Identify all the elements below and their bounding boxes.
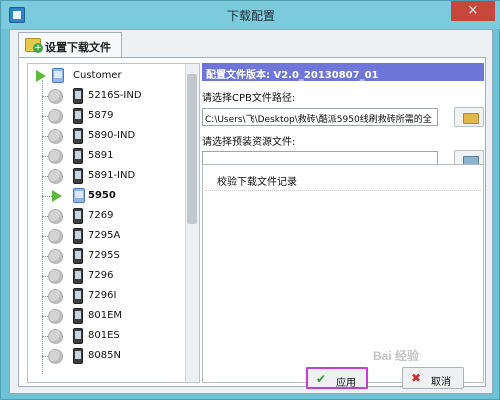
tab-set-download-file[interactable]: 设置下载文件: [18, 32, 122, 58]
phone-icon: [73, 128, 83, 144]
status-dot-icon: [48, 89, 63, 104]
tab-label: 设置下载文件: [45, 41, 111, 54]
phone-icon: [73, 108, 83, 124]
tab-panel: Customer 5216S-IND 5879 5890-IND 5891 58…: [18, 57, 486, 387]
status-dot-icon: [48, 249, 63, 264]
phone-icon: [73, 308, 83, 324]
tree-item-label: 7295A: [88, 230, 121, 241]
cancel-button[interactable]: ✖ 取消: [402, 367, 464, 389]
watermark: Bai 经验: [373, 349, 420, 363]
selected-arrow-icon: [52, 190, 62, 202]
tree-item[interactable]: 5891: [28, 146, 186, 166]
customer-folder-icon: [52, 68, 64, 83]
preload-label: 请选择预装资源文件:: [202, 137, 296, 148]
status-dot-icon: [48, 349, 63, 364]
phone-icon: [73, 188, 85, 203]
tree-scroll-thumb[interactable]: [187, 74, 197, 224]
tree-item-label: 8085N: [88, 350, 121, 361]
tree-root-label: Customer: [73, 70, 122, 81]
config-version: 配置文件版本: V2.0_20130807_01: [206, 70, 379, 81]
tree-item[interactable]: 7296: [28, 266, 186, 286]
tree-root[interactable]: Customer: [28, 66, 186, 86]
tree-item[interactable]: 801ES: [28, 326, 186, 346]
tree-item-label: 5879: [88, 110, 114, 121]
phone-icon: [73, 248, 83, 264]
cancel-label: 取消: [431, 377, 451, 388]
tree-item-label: 801ES: [88, 330, 120, 341]
window-title: 下载配置: [226, 9, 275, 23]
phone-icon: [73, 168, 83, 184]
status-dot-icon: [48, 269, 63, 284]
cpb-path-input[interactable]: C:\Users\飞\Desktop\救砖\酷派5950线刷救砖所需的全: [202, 108, 438, 126]
tree-item[interactable]: 5216S-IND: [28, 86, 186, 106]
tree-item-label: 5950: [88, 190, 116, 201]
status-dot-icon: [48, 329, 63, 344]
tree-item-label: 5891: [88, 150, 114, 161]
phone-icon: [73, 328, 83, 344]
tree-item[interactable]: 8085N: [28, 346, 186, 366]
status-dot-icon: [48, 209, 63, 224]
status-dot-icon: [48, 289, 63, 304]
tree-item-label: 801EM: [88, 310, 123, 321]
tree-item-label: 7269: [88, 210, 114, 221]
tree-item[interactable]: 5879: [28, 106, 186, 126]
phone-icon: [73, 268, 83, 284]
tree-item[interactable]: 5891-IND: [28, 166, 186, 186]
title-bar: 下载配置 ×: [1, 1, 500, 29]
cpb-path-label: 请选择CPB文件路径:: [202, 93, 296, 104]
expand-arrow-icon[interactable]: [36, 70, 46, 82]
version-bar: 配置文件版本: V2.0_20130807_01: [202, 63, 484, 81]
cancel-icon: ✖: [411, 371, 422, 385]
phone-icon: [73, 208, 83, 224]
model-tree[interactable]: Customer 5216S-IND 5879 5890-IND 5891 58…: [27, 63, 200, 383]
status-dot-icon: [48, 309, 63, 324]
phone-icon: [73, 88, 83, 104]
checkmark-icon: ✔: [316, 372, 327, 386]
log-divider: [205, 190, 481, 191]
verify-log-header: 校验下载文件记录: [217, 177, 297, 188]
phone-icon: [73, 288, 83, 304]
status-dot-icon: [48, 229, 63, 244]
status-dot-icon: [48, 129, 63, 144]
tree-item-label: 5890-IND: [88, 130, 136, 141]
status-dot-icon: [48, 109, 63, 124]
tree-item-label: 7296: [88, 270, 114, 281]
apply-label: 应用: [336, 378, 356, 389]
tree-item-label: 7295S: [88, 250, 120, 261]
tree-item[interactable]: 5890-IND: [28, 126, 186, 146]
tree-item[interactable]: 7295A: [28, 226, 186, 246]
dialog-content: 设置下载文件 Customer 5216S-IND: [9, 29, 493, 394]
apply-button[interactable]: ✔ 应用: [306, 367, 368, 389]
config-panel: 配置文件版本: V2.0_20130807_01 请选择CPB文件路径: C:\…: [202, 63, 484, 383]
folder-add-icon: [25, 38, 43, 53]
tree-item[interactable]: 801EM: [28, 306, 186, 326]
tree-item[interactable]: 7296I: [28, 286, 186, 306]
tree-item-selected[interactable]: 5950: [28, 186, 186, 206]
phone-icon: [73, 348, 83, 364]
tree-item-label: 5216S-IND: [88, 90, 142, 101]
close-button[interactable]: ×: [451, 1, 495, 21]
status-dot-icon: [48, 149, 63, 164]
tree-item-label: 5891-IND: [88, 170, 136, 181]
tree-item[interactable]: 7295S: [28, 246, 186, 266]
tree-scrollbar[interactable]: [185, 64, 199, 382]
tree-item-label: 7296I: [88, 290, 117, 301]
browse-cpb-button[interactable]: [454, 107, 484, 127]
phone-icon: [73, 228, 83, 244]
tree-item[interactable]: 7269: [28, 206, 186, 226]
status-dot-icon: [48, 169, 63, 184]
phone-icon: [73, 148, 83, 164]
download-config-window: 下载配置 × 设置下载文件 Customer 5216S-IND: [0, 0, 500, 400]
